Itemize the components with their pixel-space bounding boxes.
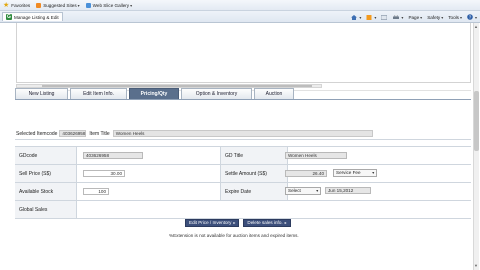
chevron-down-icon: ▾ [401,14,404,20]
favorites-label: Favorites [11,2,31,8]
available-stock-input[interactable]: 100 [83,188,109,195]
service-fee-selected: Service Fee [336,170,361,175]
pricing-grid: GDcode 403626958 GD Title Women Heels Se… [15,146,471,219]
web-slice-icon [85,2,91,8]
tab-auction[interactable]: Auction [254,88,294,99]
expire-date-label: Expire Date [220,183,288,200]
favorites-bar: ★ Favorites Suggested Sites ▾ Web Slice … [0,0,480,11]
gdcode-value: 403626958 [83,152,143,159]
web-slice-gallery-link[interactable]: Web Slice Gallery ▾ [85,2,133,8]
listing-frame [16,23,471,83]
tools-menu-label: Tools [448,14,459,20]
chevron-down-icon: ▾ [130,2,133,8]
chevron-down-icon: ▾ [77,2,80,8]
feeds-button[interactable]: ▾ [366,14,377,20]
tab-new-listing[interactable]: New Listing [15,88,68,99]
tab-label: Auction [265,91,283,97]
edit-price-inventory-button[interactable]: Edit Price / Inventory ▸ [185,219,240,227]
horizontal-scroll-thumb[interactable] [42,85,312,87]
grid-row-gdcode: GDcode 403626958 GD Title Women Heels [15,147,471,165]
itemcode-label: Selected Itemcode [16,130,58,137]
browser-window: ★ Favorites Suggested Sites ▾ Web Slice … [0,0,480,270]
chevron-down-icon: ▼ [315,189,319,193]
gdcode-label: GDcode [15,147,77,164]
browser-tab[interactable]: G Manage Listing & Edit [2,12,63,21]
rss-icon [366,14,372,20]
chevron-right-icon: ▸ [284,220,287,225]
service-fee-select[interactable]: Service Fee ▼ [333,169,377,177]
tab-underline [15,99,471,100]
tools-menu[interactable]: Tools ▾ [448,15,462,20]
tab-label: New Listing [28,91,55,97]
read-mail-button[interactable] [381,14,388,20]
itemcode-value: 403626958 [59,130,87,137]
help-icon: ? [467,14,473,20]
command-tools: ▾ ▾ ▾ Page ▾ Safety ▾ Tools ▾ ? ▾ [346,11,477,23]
help-button[interactable]: ? ▾ [467,14,477,20]
vertical-scroll-thumb[interactable] [474,91,479,151]
tab-option-inventory[interactable]: Option & Inventory [181,88,252,99]
command-bar: G Manage Listing & Edit ▾ ▾ ▾ Page ▾ Saf… [0,11,480,23]
safety-menu[interactable]: Safety ▾ [427,15,443,20]
home-icon [351,14,358,20]
chevron-down-icon: ▾ [374,14,377,20]
tab-pricing-qty[interactable]: Pricing/Qty [129,88,179,99]
tab-edit-item-info[interactable]: Edit Item Info. [70,88,127,99]
suggested-sites-link[interactable]: Suggested Sites ▾ [36,2,80,8]
settle-amount-label: Settle Amount (S$) [220,165,288,182]
item-title-value: Women Heels [112,130,373,137]
printer-icon [393,14,400,19]
chevron-down-icon: ▼ [371,171,375,175]
print-button[interactable]: ▾ [393,14,404,20]
selected-item-row: Selected Itemcode 403626958 Item Title W… [15,128,471,140]
scroll-up-icon[interactable]: ▲ [474,24,478,29]
gd-title-value: Women Heels [285,152,347,159]
chevron-down-icon: ▾ [474,14,477,20]
chevron-right-icon: ▸ [233,220,236,225]
tab-label: Option & Inventory [195,91,238,97]
page-menu-label: Page [408,14,420,20]
scroll-down-icon[interactable]: ▼ [474,263,478,268]
web-slice-gallery-label: Web Slice Gallery [92,2,130,8]
expire-select[interactable]: Select ▼ [285,187,321,195]
item-title-label: Item Title [89,130,110,137]
grid-row-price: Sell Price (S$) 30.00 Settle Amount (S$)… [15,165,471,183]
favorites-button[interactable]: ★ Favorites [3,2,30,9]
suggested-sites-label: Suggested Sites [43,2,77,8]
expire-date-value: Jun 15,2012 [325,187,371,194]
available-stock-label: Available Stock [15,183,77,200]
site-favicon: G [6,14,12,20]
sell-price-label: Sell Price (S$) [15,165,77,182]
home-button[interactable]: ▾ [351,14,362,20]
sell-price-input[interactable]: 30.00 [83,170,125,177]
expire-select-selected: Select [288,188,301,193]
chevron-down-icon: ▾ [441,14,444,20]
page-menu[interactable]: Page ▾ [408,15,422,20]
listing-tabs: New Listing Edit Item Info. Pricing/Qty … [15,88,296,99]
global-sales-label: Global Sales [15,201,77,218]
mail-icon [381,14,388,20]
settle-amount-value: 26.40 [285,170,327,177]
extension-note: %Extension is not available for auction … [169,233,299,238]
chevron-down-icon: ▾ [420,14,423,20]
gd-title-label: GD Title [220,147,288,164]
suggested-sites-icon [36,2,42,8]
star-icon: ★ [3,1,10,9]
edit-price-label: Edit Price / Inventory [189,220,232,225]
action-buttons: Edit Price / Inventory ▸ Delete sales in… [185,219,295,227]
chevron-down-icon: ▾ [459,14,462,20]
delete-sales-label: Delete sales info. [247,220,283,225]
safety-menu-label: Safety [427,14,441,20]
grid-row-global-sales: Global Sales [15,201,471,219]
chevron-down-icon: ▾ [359,14,362,20]
tab-label: Edit Item Info. [83,91,114,97]
grid-row-stock: Available Stock 100 Expire Date Select ▼… [15,183,471,201]
tab-title: Manage Listing & Edit [14,14,59,20]
delete-sales-info-button[interactable]: Delete sales info. ▸ [243,219,291,227]
tab-label: Pricing/Qty [140,91,168,97]
